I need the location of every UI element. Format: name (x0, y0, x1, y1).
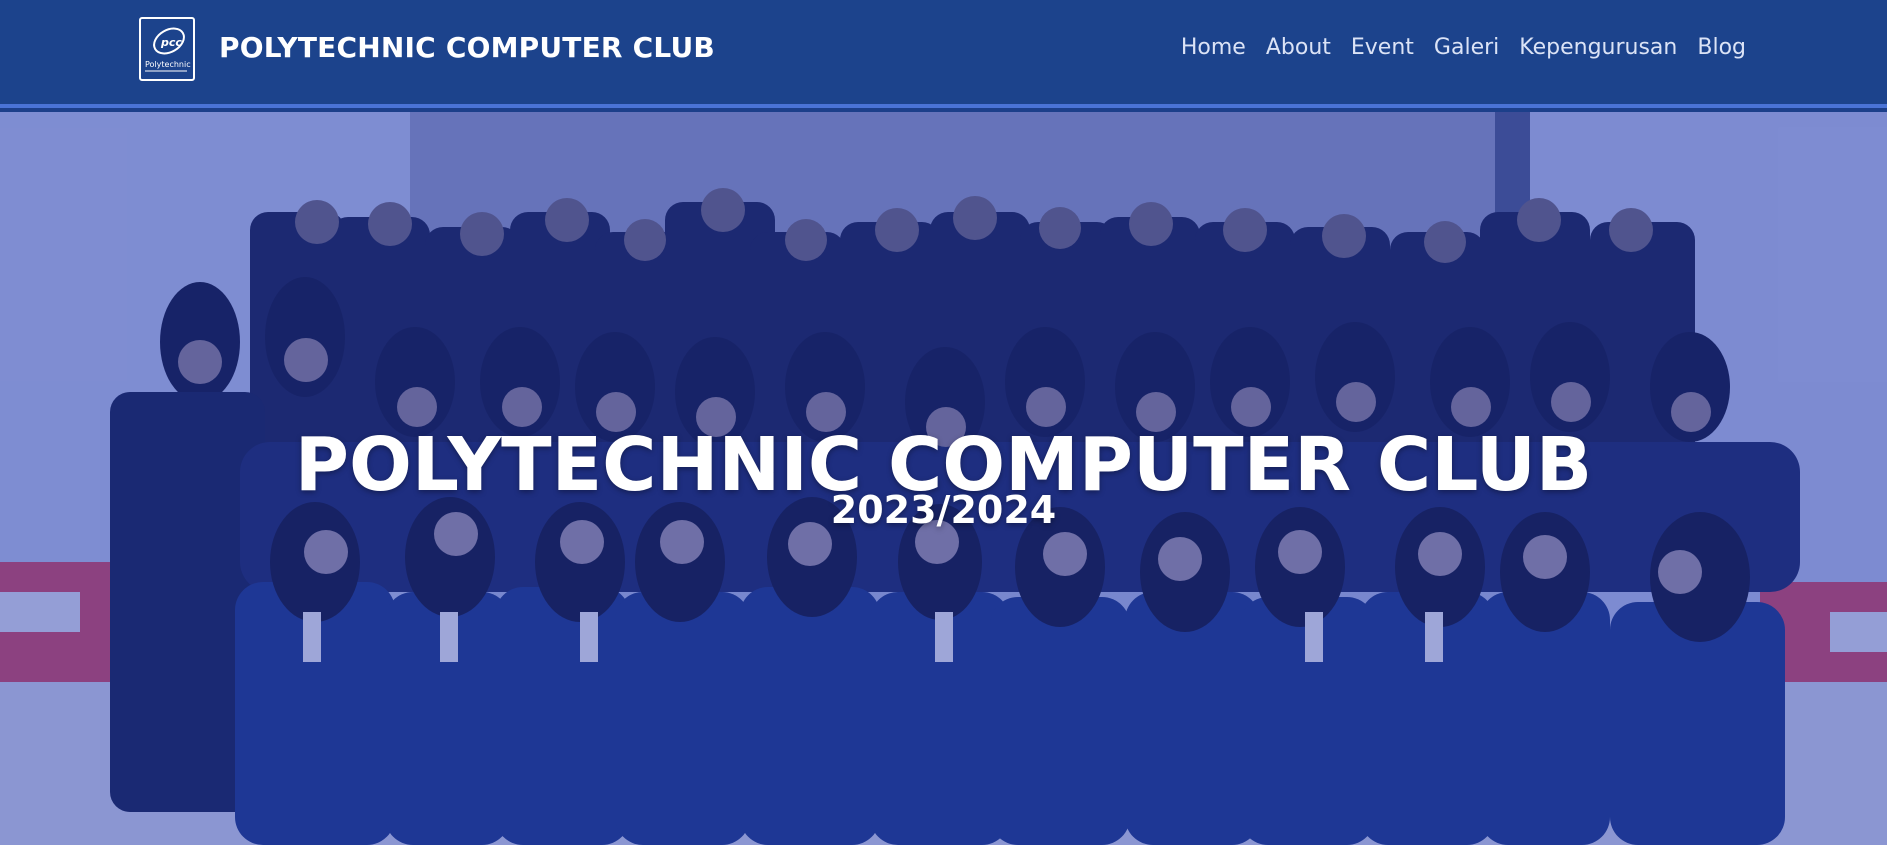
nav-kepengurusan[interactable]: Kepengurusan (1519, 35, 1677, 60)
nav-blog[interactable]: Blog (1697, 35, 1746, 60)
nav-menu: Home About Event Galeri Kepengurusan Blo… (1181, 35, 1746, 60)
navbar: pcc Polytechnic POLYTECHNIC COMPUTER CLU… (0, 0, 1887, 108)
nav-event[interactable]: Event (1351, 35, 1414, 60)
svg-text:Polytechnic: Polytechnic (145, 60, 191, 69)
nav-home[interactable]: Home (1181, 35, 1246, 60)
hero-subtitle: 2023/2024 (830, 488, 1057, 532)
brand-name[interactable]: POLYTECHNIC COMPUTER CLUB (219, 31, 715, 64)
brand[interactable]: pcc Polytechnic POLYTECHNIC COMPUTER CLU… (139, 17, 715, 81)
nav-about[interactable]: About (1266, 35, 1331, 60)
nav-galeri[interactable]: Galeri (1434, 35, 1499, 60)
hero-section: POLYTECHNIC COMPUTER CLUB 2023/2024 (0, 112, 1887, 845)
pcc-logo-icon[interactable]: pcc Polytechnic (139, 17, 195, 81)
svg-text:pcc: pcc (160, 36, 182, 49)
